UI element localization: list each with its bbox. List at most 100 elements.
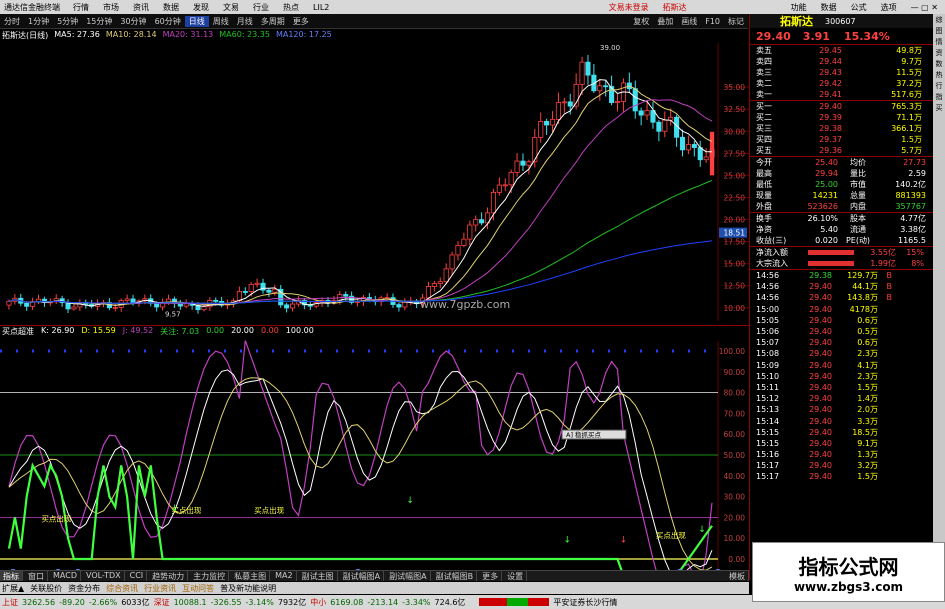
sz-pct: -3.14% (245, 597, 274, 607)
indicator-legend: 买点超准 K: 26.90 D: 15.59 J: 49.52 关注: 7.03… (0, 326, 748, 337)
ob-volume: 765.3万 (891, 102, 922, 111)
ob-price: 29.43 (819, 68, 842, 77)
indicator-tab-0[interactable]: 指标 (0, 571, 23, 581)
menu-item-4[interactable]: 发现 (186, 2, 216, 13)
info-tab-4[interactable]: 行业资讯 (144, 583, 176, 594)
tool-1[interactable]: 叠加 (653, 16, 677, 27)
period-4[interactable]: 30分钟 (116, 16, 150, 27)
tool-0[interactable]: 复权 (629, 16, 653, 27)
indicator-tab-7[interactable]: 私募主图 (231, 571, 271, 581)
vtab-6[interactable]: 行 (934, 80, 944, 91)
login-link[interactable]: 文易未登录 (602, 2, 656, 13)
vtab-1[interactable]: 图 (934, 25, 944, 36)
indicator-tab-5[interactable]: 趋势动力 (149, 571, 189, 581)
price-tick: 22.50 (724, 193, 746, 202)
vtab-4[interactable]: 数 (934, 58, 944, 69)
order-book-row[interactable]: 卖四 29.44 9.7万 (750, 56, 933, 67)
vtab-8[interactable]: 买 (934, 102, 944, 113)
order-book-row[interactable]: 买三 29.38 366.1万 (750, 123, 933, 134)
period-0[interactable]: 分时 (0, 16, 24, 27)
chart-area[interactable]: 35.00 32.50 30.00 27.50 25.00 22.50 20.00 17.50… (0, 29, 749, 570)
ob-price: 29.41 (819, 90, 842, 99)
vtab-3[interactable]: 资 (934, 47, 944, 58)
period-8[interactable]: 月线 (233, 16, 257, 27)
period-9[interactable]: 多周期 (257, 16, 289, 27)
tool-2[interactable]: 画线 (677, 16, 701, 27)
vtab-2[interactable]: 情 (934, 36, 944, 47)
window-controls[interactable]: — ▢ ✕ (904, 3, 945, 12)
candle (248, 283, 254, 292)
tick-price: 29.40 (809, 472, 832, 482)
info-tab-3[interactable]: 综合资讯 (106, 583, 138, 594)
candle (272, 288, 278, 293)
order-book-row[interactable]: 卖三 29.43 11.5万 (750, 67, 933, 78)
tool-4[interactable]: 标记 (724, 16, 748, 27)
menu-item-6[interactable]: 行业 (246, 2, 276, 13)
period-3[interactable]: 15分钟 (82, 16, 116, 27)
vtab-0[interactable]: 综 (934, 14, 944, 25)
order-book-row[interactable]: 买五 29.36 5.7万 (750, 145, 933, 156)
order-book-row[interactable]: 买二 29.39 71.1万 (750, 112, 933, 123)
menu-item-8[interactable]: LIL2 (306, 3, 336, 12)
order-book-row[interactable]: 买四 29.37 1.5万 (750, 134, 933, 145)
period-2[interactable]: 5分钟 (53, 16, 82, 27)
indicator-tab-6[interactable]: 主力监控 (190, 571, 230, 581)
period-7[interactable]: 周线 (209, 16, 233, 27)
indicator-tab-12[interactable]: 副试幅图B (433, 571, 478, 581)
flow-pct: 15% (906, 248, 924, 257)
indicator-tab-9[interactable]: 副试主图 (299, 571, 338, 581)
vtab-7[interactable]: 指 (934, 91, 944, 102)
candle (614, 101, 621, 103)
info-tab-2[interactable]: 资金分布 (68, 583, 100, 594)
info-tab-6[interactable]: 普及新功能说明 (220, 583, 276, 594)
period-6[interactable]: 日线 (184, 15, 209, 27)
indicator-tab-1[interactable]: 窗口 (25, 571, 48, 581)
order-book-row[interactable]: 买一 29.40 765.3万 (750, 101, 933, 112)
menu-item-2[interactable]: 资讯 (126, 2, 156, 13)
tooltip-dialog[interactable]: A] 稳抓买点 (561, 429, 627, 440)
order-book-row[interactable]: 卖五 29.45 49.8万 (750, 45, 933, 56)
info-tab-0[interactable]: 扩展▲ (2, 583, 24, 594)
menu-item-1[interactable]: 市场 (96, 2, 126, 13)
ind-j: J: 49.52 (122, 326, 154, 335)
indicator-tab-14[interactable]: 设置 (504, 571, 528, 581)
menu-options[interactable]: 选项 (874, 2, 904, 13)
indicator-tab-3[interactable]: VOL-TDX (83, 571, 125, 581)
menu-formula[interactable]: 公式 (844, 2, 874, 13)
period-10[interactable]: 更多 (289, 16, 313, 27)
watermark-box: 指标公式网 www.zbgs3.com (752, 542, 945, 602)
ob-volume: 9.7万 (901, 57, 922, 66)
ob-volume: 71.1万 (896, 113, 922, 122)
indicator-tab-2[interactable]: MACD (50, 571, 81, 581)
vtab-5[interactable]: 热 (934, 69, 944, 80)
indicator-tab-11[interactable]: 副试幅图A (386, 571, 431, 581)
order-book-row[interactable]: 卖二 29.42 37.2万 (750, 78, 933, 89)
tick-time: 15:14 (756, 416, 780, 426)
menu-item-3[interactable]: 数据 (156, 2, 186, 13)
period-5[interactable]: 60分钟 (151, 16, 185, 27)
period-1[interactable]: 1分钟 (24, 16, 53, 27)
candle (130, 298, 136, 303)
indicator-tab-8[interactable]: MA2 (272, 571, 297, 581)
vertical-tabs: 综图情资数热行指买 (933, 14, 945, 580)
menu-item-5[interactable]: 文易 (216, 2, 246, 13)
template-tab[interactable]: 模板 (726, 571, 749, 581)
candle (496, 184, 502, 193)
indicator-tab-10[interactable]: 副试幅图A (340, 571, 385, 581)
k-line (8, 369, 713, 570)
indicator-tab-4[interactable]: CCI (127, 571, 148, 581)
menu-item-0[interactable]: 行情 (66, 2, 96, 13)
menu-item-7[interactable]: 热点 (276, 2, 306, 13)
tick-volume: 0.6万 (857, 338, 878, 348)
info-tab-1[interactable]: 关联股价 (30, 583, 62, 594)
order-book-row[interactable]: 卖一 29.41 517.6万 (750, 89, 933, 100)
zx-label: 中小 (310, 597, 327, 607)
stock-link[interactable]: 拓斯达 (656, 2, 694, 13)
menu-func[interactable]: 功能 (784, 2, 814, 13)
info-tab-5[interactable]: 互动问答 (182, 583, 214, 594)
indicator-tab-13[interactable]: 更多 (479, 571, 503, 581)
tool-3[interactable]: F10 (701, 17, 724, 26)
tick-time: 15:10 (756, 371, 780, 381)
menu-data[interactable]: 数据 (814, 2, 844, 13)
tick-price: 29.40 (809, 394, 832, 404)
